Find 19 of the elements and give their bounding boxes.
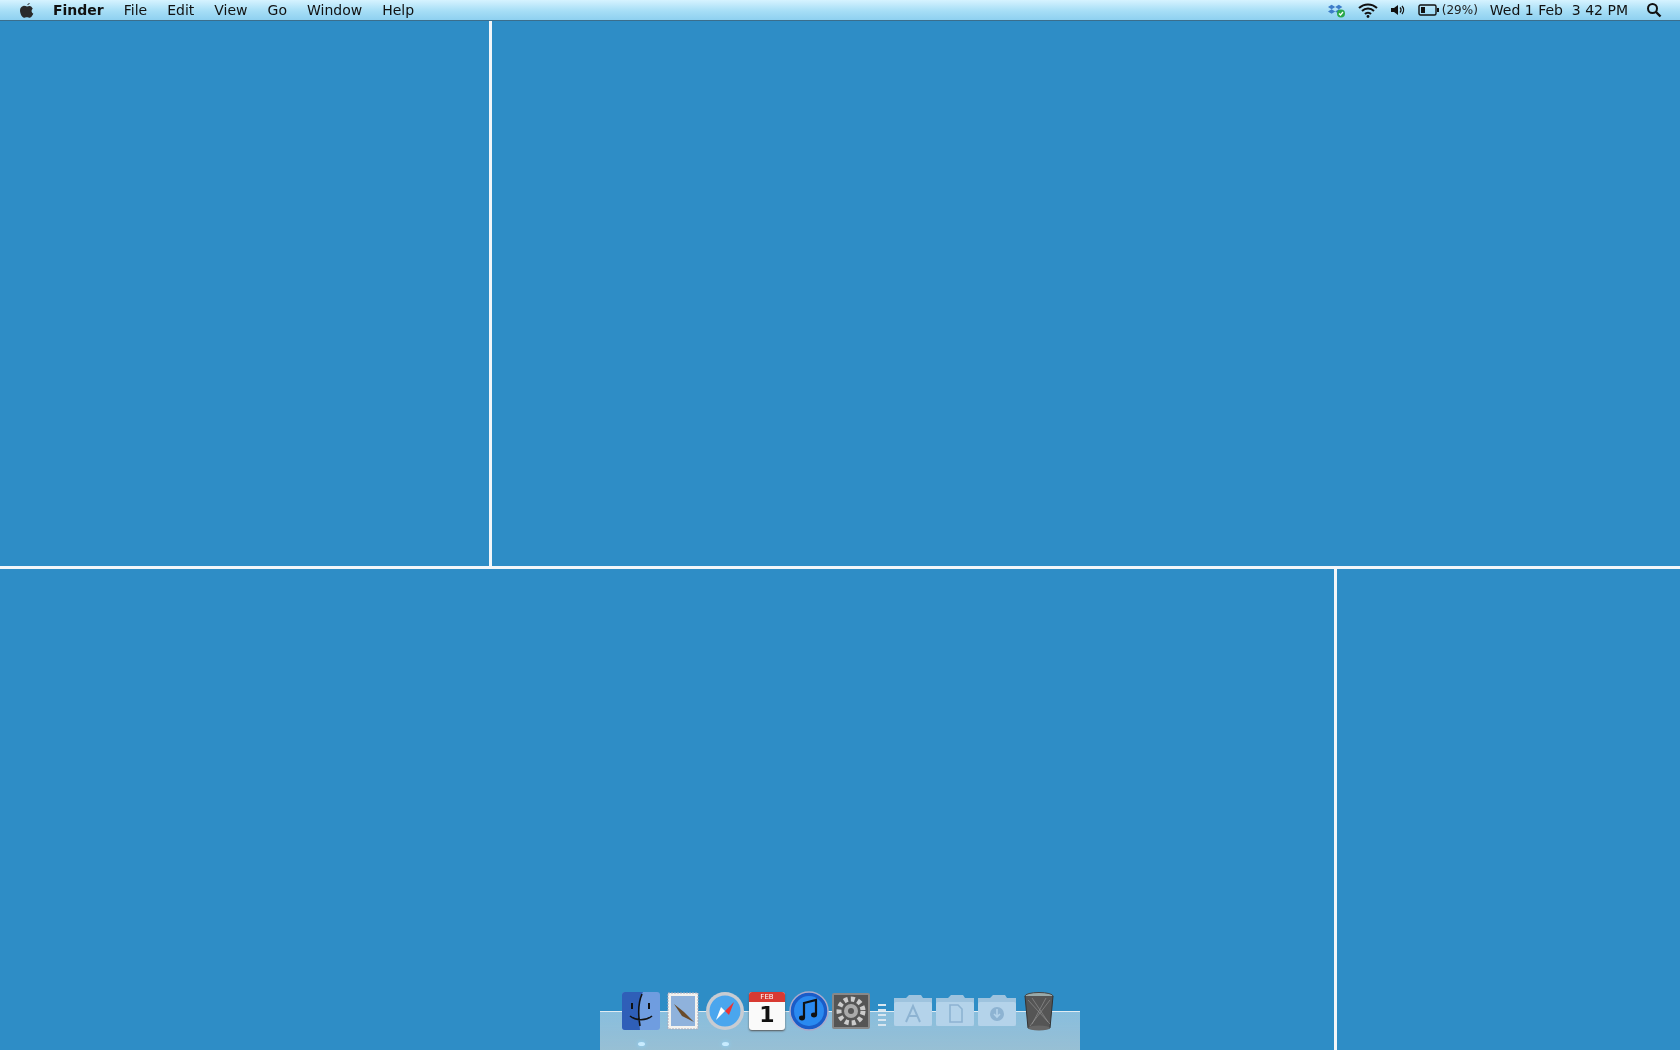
menu-item[interactable]: Window bbox=[306, 0, 363, 20]
search-icon[interactable] bbox=[1646, 2, 1662, 18]
menu-item[interactable]: Edit bbox=[167, 0, 195, 20]
dropbox-status-icon[interactable] bbox=[1327, 2, 1346, 18]
volume-icon[interactable] bbox=[1389, 3, 1406, 17]
menu-item[interactable]: Go bbox=[267, 0, 287, 20]
calendar-day: 1 bbox=[759, 1002, 775, 1028]
apple-logo-icon[interactable] bbox=[19, 1, 35, 19]
menu-item[interactable]: View bbox=[214, 0, 248, 20]
wifi-icon[interactable] bbox=[1357, 2, 1378, 18]
menu-item[interactable]: Help bbox=[382, 0, 415, 20]
finder-icon[interactable] bbox=[620, 990, 662, 1032]
menu-item[interactable]: File bbox=[123, 0, 148, 20]
gear-icon[interactable] bbox=[830, 990, 872, 1032]
battery-icon[interactable] bbox=[1417, 4, 1440, 16]
music-note-icon[interactable] bbox=[788, 990, 830, 1032]
menu-item[interactable]: Finder bbox=[53, 0, 104, 20]
battery-percentage: (29%) bbox=[1441, 3, 1478, 17]
clock-text[interactable]: Wed 1 Feb 3 42 PM bbox=[1489, 2, 1628, 18]
